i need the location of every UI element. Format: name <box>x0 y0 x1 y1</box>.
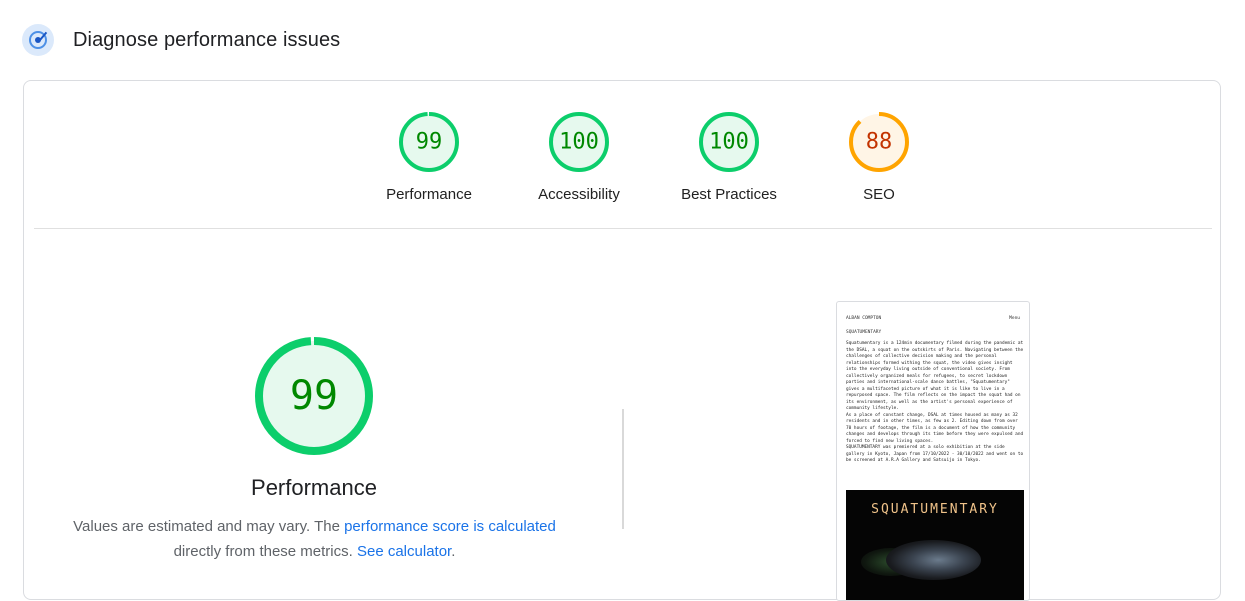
gauge-ring: 100 <box>699 112 759 172</box>
divider <box>34 228 1212 229</box>
gauge-label: Performance <box>386 186 472 203</box>
gauge-ring: 88 <box>849 112 909 172</box>
performance-score: 99 <box>290 373 338 419</box>
note-text: Values are estimated and may vary. The <box>73 518 345 535</box>
score-calculated-link[interactable]: performance score is calculated <box>344 518 556 535</box>
thumb-site-name: ALBAN COMPTON <box>846 316 882 321</box>
gauge-label: Best Practices <box>681 186 777 203</box>
gauge-score: 99 <box>416 130 443 155</box>
gauge-score: 100 <box>709 130 749 155</box>
note-text: directly from these metrics. <box>173 543 357 560</box>
performance-gauge-large: 99 <box>252 334 376 463</box>
thumb-image-title: SQUATUMENTARY <box>871 502 999 517</box>
gauge-ring: 99 <box>399 112 459 172</box>
gauge-performance[interactable]: 99 Performance <box>354 110 504 203</box>
gauge-best-practices[interactable]: 100 Best Practices <box>654 110 804 203</box>
gauge-label: Accessibility <box>538 186 620 203</box>
section-title: Diagnose performance issues <box>73 28 341 51</box>
page-screenshot-thumbnail[interactable]: ALBAN COMPTON Menu SQUATUMENTARY Squatum… <box>836 301 1030 601</box>
lighthouse-gauge-icon <box>22 24 54 56</box>
gauge-label: SEO <box>863 186 895 203</box>
gauge-accessibility[interactable]: 100 Accessibility <box>504 110 654 203</box>
score-gauges: 99 Performance 100 Accessibility 100 Bes… <box>354 110 954 203</box>
section-header: Diagnose performance issues <box>22 22 340 58</box>
gauge-score: 88 <box>866 130 893 155</box>
vertical-divider <box>622 409 624 529</box>
report-card: 99 Performance 100 Accessibility 100 Bes… <box>23 80 1221 601</box>
performance-note: Values are estimated and may vary. The p… <box>62 514 567 564</box>
gauge-ring: 99 <box>255 337 373 455</box>
thumb-body-text: Squatumentary is a 124min documentary fi… <box>846 341 1024 463</box>
gauge-ring: 100 <box>549 112 609 172</box>
gauge-seo[interactable]: 88 SEO <box>804 110 954 203</box>
thumb-heading: SQUATUMENTARY <box>846 330 882 335</box>
thumb-menu: Menu <box>1009 316 1020 321</box>
thumb-film-image: SQUATUMENTARY <box>846 490 1024 600</box>
thumb-nav: ALBAN COMPTON Menu <box>846 316 1020 321</box>
see-calculator-link[interactable]: See calculator <box>357 543 451 560</box>
note-text: . <box>451 543 456 560</box>
performance-title: Performance <box>251 475 377 500</box>
gauge-score: 100 <box>559 130 599 155</box>
